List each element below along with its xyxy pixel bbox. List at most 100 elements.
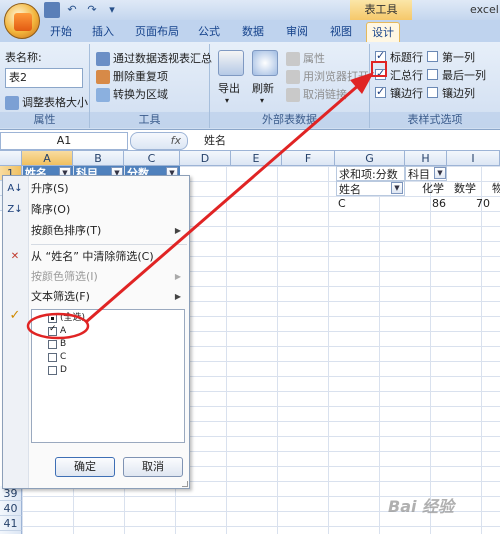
open-in-browser-button[interactable]: 用浏览器打开 — [286, 68, 369, 84]
office-logo-icon — [14, 13, 32, 31]
column-header-g[interactable]: G — [335, 151, 405, 166]
group-external-data: 导出 ▾ 刷新 ▾ 属性 用浏览器打开 取消链接 外部表数据 — [210, 44, 370, 128]
ok-button[interactable]: 确定 — [55, 457, 115, 477]
pivot-row-filter-icon[interactable]: ▼ — [391, 182, 403, 194]
header-row-checkbox[interactable] — [375, 49, 386, 62]
banded-rows-checkbox[interactable] — [375, 85, 386, 98]
column-header-i[interactable]: I — [447, 151, 500, 166]
properties-button[interactable]: 属性 — [286, 50, 325, 66]
filter-value-list[interactable]: (全选) A B C D — [31, 309, 185, 443]
group-tools: 通过数据透视表汇总 删除重复项 转换为区域 工具 — [90, 44, 212, 128]
group-label-tools: 工具 — [90, 112, 209, 128]
column-header-e[interactable]: E — [231, 151, 282, 166]
pivot-value-header[interactable]: 求和项:分数 — [336, 166, 405, 181]
formula-input[interactable]: 姓名 — [204, 131, 226, 151]
autofilter-menu: A↓ 升序(S) Z↓ 降序(O) 按颜色排序(T) ▶ ✕ 从 “姓名” 中清… — [2, 175, 190, 489]
value-c-checkbox[interactable] — [48, 353, 57, 362]
column-header-c[interactable]: C — [124, 151, 180, 166]
resize-grip-icon[interactable] — [182, 481, 188, 487]
title-bar: ↶ ↷ ▾ 表工具 excel — [0, 0, 500, 20]
convert-to-range-button[interactable]: 转换为区域 — [96, 86, 168, 102]
refresh-button[interactable]: 刷新 — [252, 80, 274, 96]
menu-icon-column — [3, 176, 29, 488]
table-name-input[interactable]: 表2 — [5, 68, 83, 88]
clear-filter-icon: ✕ — [10, 251, 20, 262]
tab-review[interactable]: 审阅 — [282, 22, 312, 42]
sort-descending-icon: Z↓ — [7, 204, 23, 215]
tab-formulas[interactable]: 公式 — [194, 22, 224, 42]
tab-home[interactable]: 开始 — [46, 22, 76, 42]
properties-label: 属性 — [303, 52, 325, 65]
header-row-label: 标题行 — [390, 51, 423, 64]
save-icon[interactable] — [44, 2, 60, 18]
last-column-label: 最后一列 — [442, 69, 486, 82]
pivot-row-c[interactable]: C — [336, 196, 348, 211]
sort-ascending-item[interactable]: 升序(S) — [29, 179, 69, 199]
export-dropdown-icon[interactable]: ▾ — [225, 96, 229, 105]
pivot-value-c-chemistry[interactable]: 86 — [430, 196, 447, 211]
submenu-arrow-icon: ▶ — [174, 292, 181, 301]
sort-ascending-icon: A↓ — [7, 183, 23, 194]
value-b-label: B — [60, 339, 67, 349]
value-d-checkbox[interactable] — [48, 366, 57, 375]
app-title: excel — [470, 3, 499, 16]
customize-qat-icon[interactable]: ▾ — [104, 2, 120, 18]
tab-page-layout[interactable]: 页面布局 — [130, 22, 184, 42]
banded-rows-label: 镶边行 — [390, 87, 423, 100]
quick-access-toolbar: ↶ ↷ ▾ — [44, 2, 120, 18]
clear-filter-item[interactable]: 从 “姓名” 中清除筛选(C) — [29, 247, 154, 267]
refresh-dropdown-icon[interactable]: ▾ — [260, 96, 264, 105]
tab-view[interactable]: 视图 — [326, 22, 356, 42]
total-row-label: 汇总行 — [390, 69, 423, 82]
pivot-col-physics[interactable]: 物 — [490, 181, 500, 196]
value-d-label: D — [60, 365, 67, 375]
group-label-properties: 属性 — [0, 112, 89, 128]
filter-by-color-item[interactable]: 按颜色筛选(I) ▶ — [29, 267, 187, 287]
export-icon — [218, 50, 244, 76]
tab-design[interactable]: 设计 — [366, 22, 400, 42]
filter-by-color-label: 按颜色筛选(I) — [31, 270, 98, 283]
pivot-summary-button[interactable]: 通过数据透视表汇总 — [96, 50, 212, 66]
value-a-checkbox[interactable] — [48, 324, 57, 336]
formula-bar: A1 fx 姓名 — [0, 131, 500, 151]
remove-duplicates-button[interactable]: 删除重复项 — [96, 68, 168, 84]
tab-insert[interactable]: 插入 — [88, 22, 118, 42]
submenu-arrow-icon: ▶ — [174, 226, 181, 235]
office-button[interactable] — [4, 3, 40, 39]
select-all-corner[interactable] — [0, 151, 22, 166]
insert-function-button[interactable]: fx — [130, 132, 188, 150]
tab-data[interactable]: 数据 — [238, 22, 268, 42]
column-header-d[interactable]: D — [180, 151, 231, 166]
column-header-f[interactable]: F — [282, 151, 335, 166]
sort-by-color-item[interactable]: 按颜色排序(T) ▶ — [29, 221, 187, 241]
redo-icon[interactable]: ↷ — [84, 2, 100, 18]
value-b-checkbox[interactable] — [48, 340, 57, 349]
pivot-value-c-math[interactable]: 70 — [470, 196, 492, 211]
column-header-b[interactable]: B — [73, 151, 124, 166]
column-header-a[interactable]: A — [22, 151, 73, 166]
sort-descending-item[interactable]: 降序(O) — [29, 200, 70, 220]
column-header-h[interactable]: H — [405, 151, 447, 166]
value-a-label: A — [60, 326, 67, 336]
undo-icon[interactable]: ↶ — [64, 2, 80, 18]
name-box[interactable]: A1 — [0, 132, 128, 150]
first-column-checkbox[interactable] — [427, 51, 438, 62]
resize-table-button[interactable]: 调整表格大小 — [5, 94, 88, 110]
unlink-button[interactable]: 取消链接 — [286, 86, 347, 102]
pivot-col-chemistry[interactable]: 化学 — [420, 181, 446, 196]
cancel-button[interactable]: 取消 — [123, 457, 183, 477]
pivot-column-filter-icon[interactable]: ▼ — [434, 167, 446, 179]
row-header-41[interactable]: 41 — [0, 516, 22, 531]
text-filter-item[interactable]: 文本筛选(F) ▶ — [29, 287, 187, 307]
export-button[interactable]: 导出 — [218, 80, 240, 96]
banded-columns-checkbox[interactable] — [427, 87, 438, 98]
last-column-checkbox[interactable] — [427, 69, 438, 80]
pivot-col-math[interactable]: 数学 — [452, 181, 478, 196]
remove-duplicates-label: 删除重复项 — [113, 70, 168, 83]
select-all-checkbox[interactable] — [48, 314, 57, 323]
resize-table-label: 调整表格大小 — [22, 96, 88, 109]
group-properties: 表名称: 表2 调整表格大小 属性 — [0, 44, 90, 128]
row-header-40[interactable]: 40 — [0, 501, 22, 516]
first-column-label: 第一列 — [442, 51, 475, 64]
total-row-checkbox[interactable] — [375, 67, 386, 80]
